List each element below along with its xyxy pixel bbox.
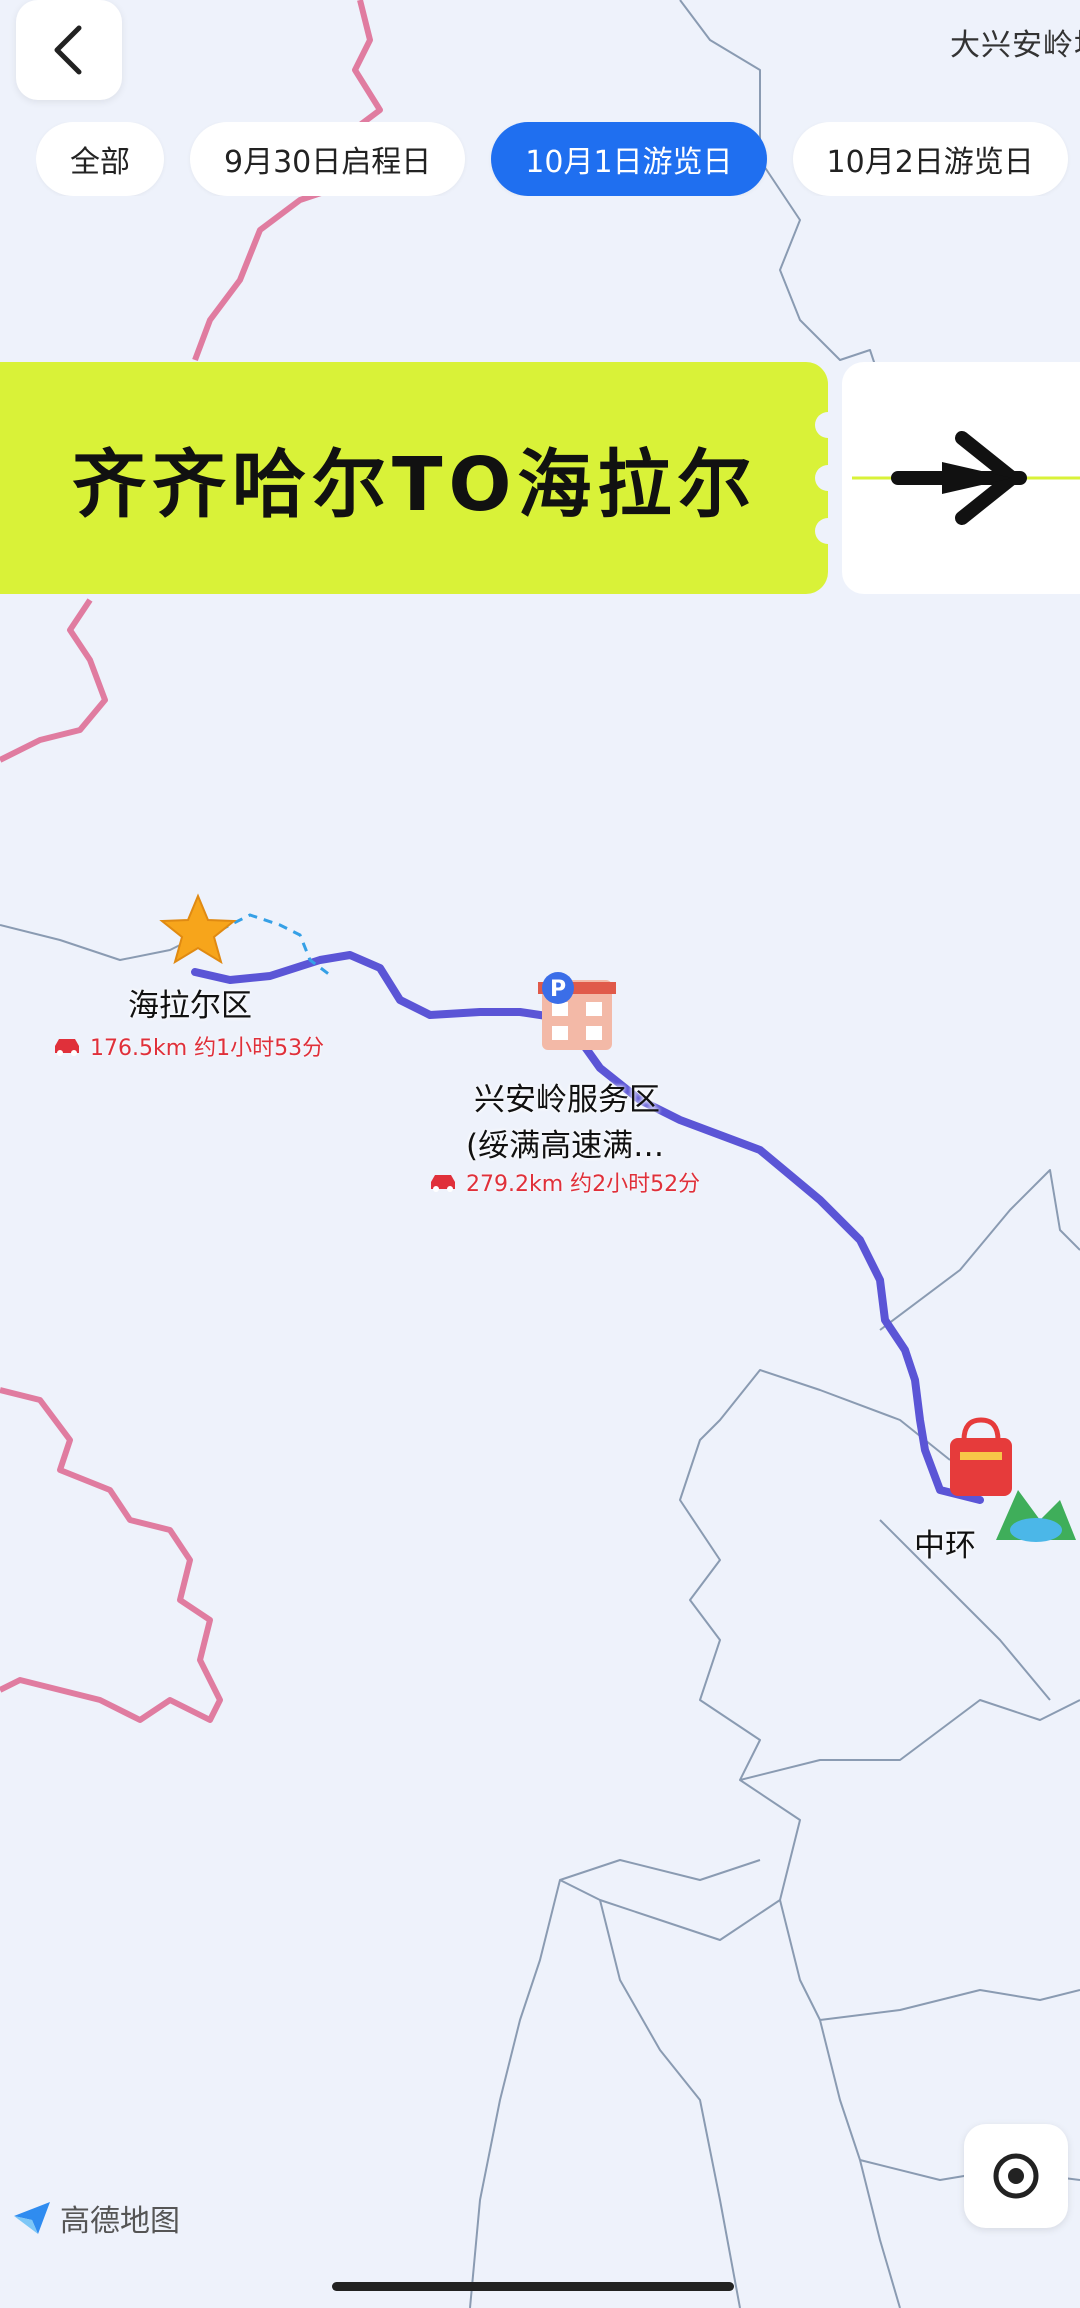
locate-icon xyxy=(993,2153,1039,2199)
service-area-icon: P xyxy=(538,972,616,1050)
ticket-notch xyxy=(815,412,841,438)
distance-hailar: 176.5km 约1小时53分 xyxy=(52,1030,324,1062)
chevron-left-icon xyxy=(54,25,82,75)
star-icon xyxy=(159,893,237,965)
province-border xyxy=(0,598,108,763)
shopping-bag-icon xyxy=(950,1417,1012,1496)
distance-text: 279.2km 约2小时52分 xyxy=(466,1172,701,1197)
distance-service: 279.2km 约2小时52分 xyxy=(428,1166,700,1198)
ticket-notch xyxy=(815,465,841,491)
car-icon xyxy=(55,1039,79,1056)
tab-sep30[interactable]: 9月30日启程日 xyxy=(190,122,466,196)
day-tabs: 全部 9月30日启程日 10月1日游览日 10月2日游览日 xyxy=(36,122,1080,196)
place-label-hailar[interactable]: 海拉尔区 xyxy=(128,980,252,1025)
province-border xyxy=(0,1387,223,1723)
route-banner: 齐齐哈尔TO海拉尔 xyxy=(0,362,841,594)
svg-text:P: P xyxy=(550,977,566,1002)
banner-title: 齐齐哈尔TO海拉尔 xyxy=(72,441,758,528)
amap-logo-icon xyxy=(14,2202,50,2234)
amap-logo: 高德地图 xyxy=(12,2196,180,2240)
scenic-icon xyxy=(996,1490,1076,1542)
place-label-zhonghuan[interactable]: 中环 xyxy=(914,1520,976,1565)
distance-text: 176.5km 约1小时53分 xyxy=(90,1036,325,1061)
place-sublabel-service: (绥满高速满… xyxy=(466,1128,665,1164)
home-indicator[interactable] xyxy=(332,2282,734,2291)
logo-text: 高德地图 xyxy=(60,2204,180,2239)
car-icon xyxy=(431,1175,455,1192)
banner-arrow-panel xyxy=(842,362,1080,594)
tab-all[interactable]: 全部 xyxy=(36,122,164,196)
ticket-notch xyxy=(815,518,841,544)
back-button[interactable] xyxy=(16,0,122,100)
place-label-service[interactable]: 兴安岭服务区 xyxy=(474,1074,660,1119)
tab-oct2[interactable]: 10月2日游览日 xyxy=(792,122,1068,196)
region-label: 大兴安岭地 xyxy=(950,28,1080,63)
locate-button[interactable] xyxy=(964,2124,1068,2228)
airplane-icon xyxy=(852,431,1080,525)
tab-oct1[interactable]: 10月1日游览日 xyxy=(491,122,767,196)
